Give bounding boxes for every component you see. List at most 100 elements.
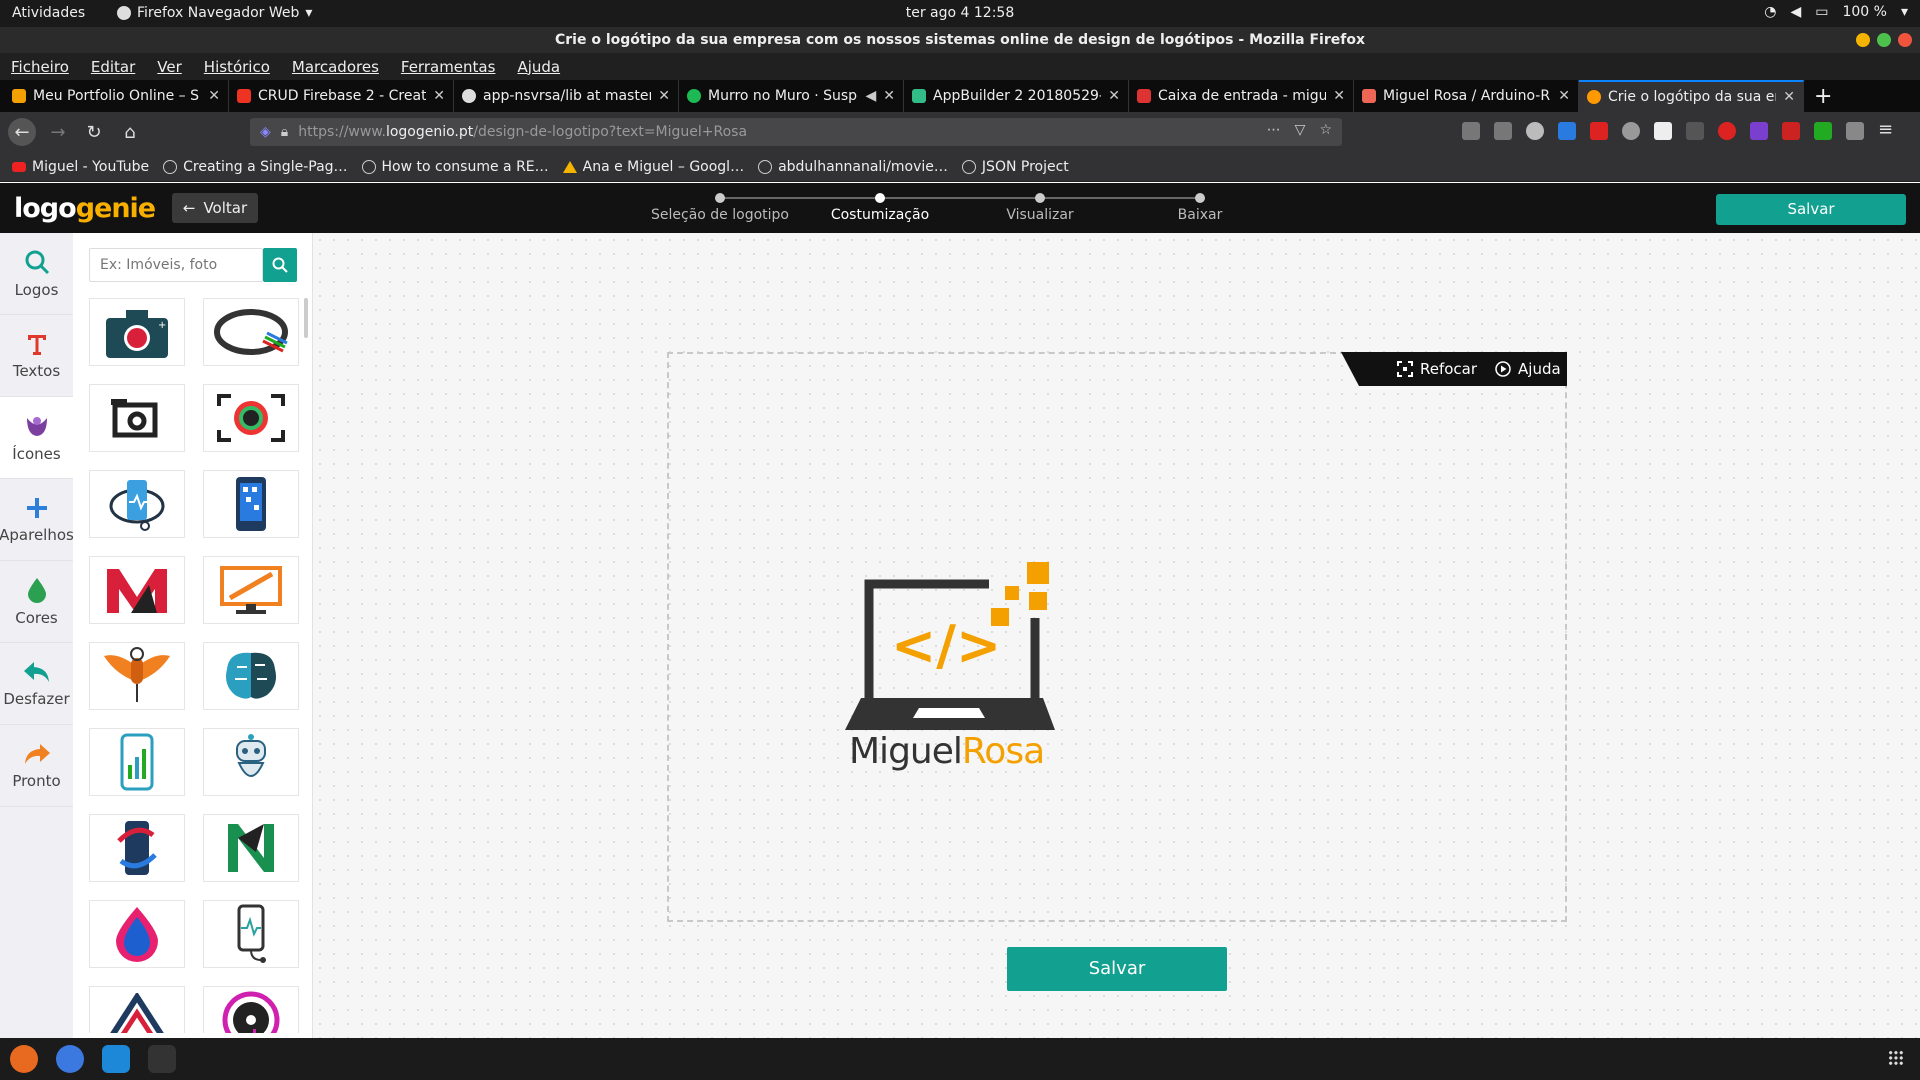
- menu-marcadores[interactable]: Marcadores: [292, 58, 379, 76]
- back-button[interactable]: ←: [8, 118, 36, 146]
- close-button[interactable]: [1898, 33, 1912, 47]
- step-customization[interactable]: Costumização: [800, 191, 960, 223]
- terminal-dock-icon[interactable]: [148, 1045, 176, 1073]
- extension-icon[interactable]: [1718, 122, 1736, 140]
- system-tray[interactable]: ◔ ◀ ▭ 100 % ▾: [1764, 4, 1908, 20]
- logogenie-logo[interactable]: logogenie: [14, 193, 156, 224]
- phone-sync-icon[interactable]: [89, 814, 185, 882]
- water-drop-icon[interactable]: [89, 900, 185, 968]
- sidebar-icon[interactable]: [1494, 122, 1512, 140]
- extension-icon[interactable]: [1558, 122, 1576, 140]
- logo-canvas[interactable]: Refocar Ajuda </> MiguelRosa: [667, 352, 1567, 922]
- qr-tablet-icon[interactable]: [203, 470, 299, 538]
- sidebar-item-pronto[interactable]: Pronto: [0, 725, 73, 807]
- star-icon[interactable]: ☆: [1319, 122, 1332, 138]
- icon-search-input[interactable]: [89, 248, 263, 282]
- browser-tab[interactable]: AppBuilder 2 20180529- ✕: [904, 80, 1129, 112]
- close-icon[interactable]: ✕: [1558, 88, 1570, 104]
- extension-icon[interactable]: [1846, 122, 1864, 140]
- chrome-dock-icon[interactable]: [56, 1045, 84, 1073]
- menu-historico[interactable]: Histórico: [204, 58, 270, 76]
- sidebar-item-aparelhos[interactable]: Aparelhos: [0, 479, 74, 561]
- close-icon[interactable]: ✕: [433, 88, 445, 104]
- menu-ficheiro[interactable]: Ficheiro: [11, 58, 69, 76]
- phone-chart-icon[interactable]: [89, 728, 185, 796]
- close-icon[interactable]: ✕: [1333, 88, 1345, 104]
- winged-mic-icon[interactable]: [89, 642, 185, 710]
- sidebar-item-cores[interactable]: Cores: [0, 561, 73, 643]
- shield-icon[interactable]: ◈: [260, 124, 271, 140]
- orbit-icon[interactable]: [203, 298, 299, 366]
- browser-tab[interactable]: Meu Portfolio Online – S ✕: [4, 80, 229, 112]
- step-download[interactable]: Baixar: [1120, 191, 1280, 223]
- browser-tab[interactable]: Murro no Muro · Suspe ◀ ✕: [679, 80, 904, 112]
- lens-focus-icon[interactable]: [203, 384, 299, 452]
- extension-icon[interactable]: [1686, 122, 1704, 140]
- bookmark-item[interactable]: abdulhannanali/movie…: [758, 159, 948, 175]
- extension-icon[interactable]: [1590, 122, 1608, 140]
- sidebar-item-logos[interactable]: Logos: [0, 233, 73, 315]
- url-bar[interactable]: ◈ 🔒︎ https://www.logogenio.pt/design-de-…: [250, 118, 1342, 146]
- close-icon[interactable]: ✕: [208, 88, 220, 104]
- vscode-dock-icon[interactable]: [102, 1045, 130, 1073]
- letter-n-icon[interactable]: [203, 814, 299, 882]
- photo-camera-icon[interactable]: [89, 384, 185, 452]
- gear-icon[interactable]: [1622, 122, 1640, 140]
- step-preview[interactable]: Visualizar: [960, 191, 1120, 223]
- sidebar-item-desfazer[interactable]: Desfazer: [0, 643, 73, 725]
- browser-tab[interactable]: CRUD Firebase 2 - Create ✕: [229, 80, 454, 112]
- lock-icon[interactable]: 🔒︎: [281, 124, 288, 140]
- menu-ver[interactable]: Ver: [157, 58, 182, 76]
- bookmark-item[interactable]: Miguel - YouTube: [12, 159, 149, 175]
- bookmark-item[interactable]: How to consume a RE…: [361, 159, 549, 175]
- close-icon[interactable]: ✕: [1783, 89, 1795, 105]
- home-button[interactable]: ⌂: [116, 118, 144, 146]
- vinyl-disc-icon[interactable]: [203, 986, 299, 1033]
- menu-ajuda[interactable]: Ajuda: [517, 58, 560, 76]
- refocus-button[interactable]: Refocar: [1397, 360, 1477, 378]
- speaker-icon[interactable]: ◀: [865, 88, 876, 104]
- extension-icon[interactable]: [1654, 122, 1672, 140]
- close-icon[interactable]: ✕: [1108, 88, 1120, 104]
- app-grid-icon[interactable]: [1888, 1050, 1904, 1066]
- firefox-dock-icon[interactable]: [10, 1045, 38, 1073]
- download-icon[interactable]: [1814, 122, 1832, 140]
- close-icon[interactable]: ✕: [658, 88, 670, 104]
- pocket-icon[interactable]: ▽: [1295, 122, 1306, 138]
- search-button[interactable]: [263, 248, 297, 282]
- brain-chip-icon[interactable]: [203, 642, 299, 710]
- library-icon[interactable]: [1462, 122, 1480, 140]
- extension-icon[interactable]: [1750, 122, 1768, 140]
- activities-button[interactable]: Atividades: [12, 5, 85, 21]
- step-selection[interactable]: Seleção de logotipo: [640, 191, 800, 223]
- browser-tab[interactable]: Caixa de entrada - migue ✕: [1129, 80, 1354, 112]
- bookmark-item[interactable]: JSON Project: [961, 159, 1069, 175]
- close-icon[interactable]: ✕: [883, 88, 895, 104]
- adblock-icon[interactable]: [1782, 122, 1800, 140]
- phone-stethoscope-icon[interactable]: [203, 900, 299, 968]
- sidebar-item-icones[interactable]: Ícones: [0, 397, 73, 479]
- reload-button[interactable]: ↻: [80, 118, 108, 146]
- menu-editar[interactable]: Editar: [91, 58, 135, 76]
- bookmark-item[interactable]: Creating a Single-Pag…: [163, 159, 348, 175]
- browser-tab[interactable]: Miguel Rosa / Arduino-R ✕: [1354, 80, 1579, 112]
- sidebar-item-textos[interactable]: Textos: [0, 315, 73, 397]
- letter-m-icon[interactable]: [89, 556, 185, 624]
- save-button-header[interactable]: Salvar: [1716, 194, 1906, 225]
- medical-phone-icon[interactable]: [89, 470, 185, 538]
- panel-scrollbar[interactable]: [304, 298, 308, 338]
- menu-icon[interactable]: ≡: [1878, 121, 1896, 140]
- brand-text[interactable]: MiguelRosa: [849, 731, 1045, 772]
- help-button[interactable]: Ajuda: [1495, 360, 1561, 378]
- menu-ferramentas[interactable]: Ferramentas: [401, 58, 496, 76]
- camera-icon[interactable]: +: [89, 298, 185, 366]
- bookmark-item[interactable]: Ana e Miguel – Googl…: [562, 159, 744, 175]
- save-button[interactable]: Salvar: [1007, 947, 1227, 991]
- triangle-emblem-icon[interactable]: [89, 986, 185, 1033]
- minimize-button[interactable]: [1856, 33, 1870, 47]
- browser-tab[interactable]: app-nsvrsa/lib at master ✕: [454, 80, 679, 112]
- sync-icon[interactable]: [1526, 122, 1544, 140]
- app-menu[interactable]: Firefox Navegador Web ▾: [117, 5, 312, 21]
- monitor-tools-icon[interactable]: [203, 556, 299, 624]
- new-tab-button[interactable]: +: [1814, 84, 1832, 109]
